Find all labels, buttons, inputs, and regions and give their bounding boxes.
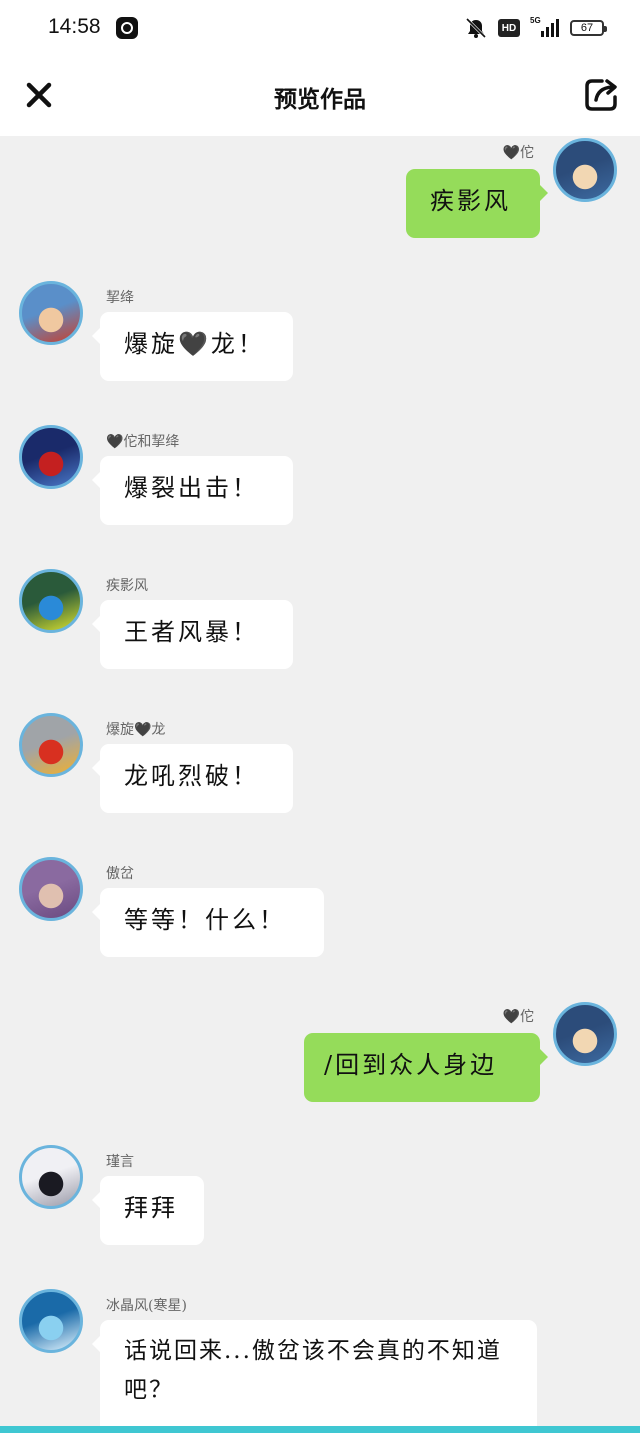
message-bubble[interactable]: 爆旋🖤龙！ [92,312,293,381]
avatar[interactable] [19,281,83,345]
chat-message-list[interactable]: 🖤佗 疾影风 挈绛 爆旋🖤龙！ 🖤佗和挈绛 爆裂出击！ 疾影风 王者风暴！ 爆旋… [0,136,640,1426]
sender-name: 爆旋🖤龙 [106,722,166,738]
message-bubble[interactable]: 王者风暴！ [92,600,293,669]
avatar[interactable] [19,425,83,489]
battery-icon: 67 [570,20,607,36]
network-type-label: 5G [530,16,541,25]
sender-name: 瑾言 [106,1154,134,1170]
bell-muted-icon [465,17,487,39]
message-bubble[interactable]: 话说回来...傲岔该不会真的不知道吧？ [92,1320,537,1426]
status-time: 14:58 [48,15,101,38]
avatar[interactable] [553,138,617,202]
sender-name: 🖤佗 [502,145,534,161]
message-bubble[interactable]: 爆裂出击！ [92,456,293,525]
message-text: 爆裂出击！ [124,474,259,502]
avatar[interactable] [19,713,83,777]
message-text: 龙吼烈破！ [124,762,259,790]
message-text: 话说回来...傲岔该不会真的不知道吧？ [124,1338,502,1404]
avatar[interactable] [19,857,83,921]
avatar[interactable] [19,1145,83,1209]
status-bar: 14:58 HD 5G 67 [0,0,640,58]
message-bubble[interactable]: 疾影风 [406,169,548,238]
sender-name: 🖤佗 [502,1009,534,1025]
avatar[interactable] [19,569,83,633]
message-bubble[interactable]: 龙吼烈破！ [92,744,293,813]
avatar[interactable] [553,1002,617,1066]
bottom-accent-bar [0,1426,640,1433]
share-icon[interactable] [582,76,620,114]
sender-name: 挈绛 [106,290,134,306]
title-bar: 预览作品 [0,58,640,136]
message-text: 疾影风 [430,187,511,215]
message-bubble[interactable]: 等等！什么！ [92,888,324,957]
message-bubble[interactable]: 拜拜 [92,1176,204,1245]
message-text: 爆旋🖤龙！ [124,330,265,358]
close-icon[interactable] [22,78,56,112]
message-text: 王者风暴！ [124,618,259,646]
avatar[interactable] [19,1289,83,1353]
message-text: 等等！什么！ [124,906,286,934]
sender-name: 傲岔 [106,866,134,882]
message-bubble[interactable]: /回到众人身边 [304,1033,548,1102]
app-notification-icon [116,17,138,39]
message-text: /回到众人身边 [324,1051,498,1079]
sender-name: 🖤佗和挈绛 [106,434,180,450]
sender-name: 冰晶风(寒星) [106,1298,187,1314]
signal-icon: 5G [530,16,560,39]
page-title: 预览作品 [274,86,366,113]
sender-name: 疾影风 [106,578,148,594]
message-text: 拜拜 [124,1194,178,1222]
hd-badge: HD [498,19,520,37]
status-indicators: HD 5G 67 [464,16,607,40]
